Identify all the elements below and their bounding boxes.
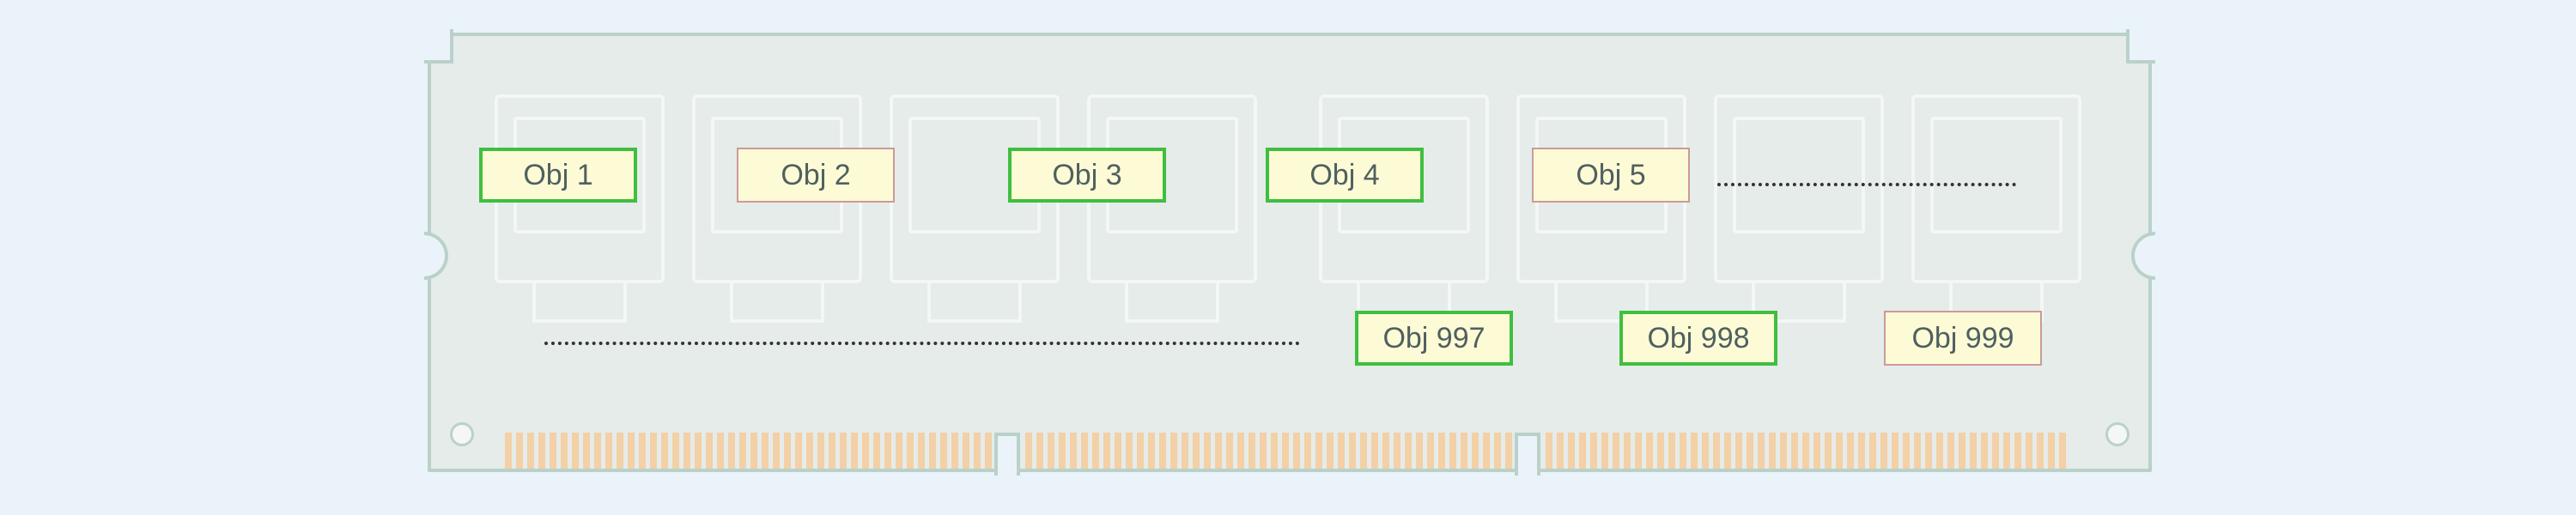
object-label: Obj 999 [1884, 311, 2042, 366]
corner-notch-top-right [2126, 29, 2155, 64]
ram-board [428, 33, 2152, 472]
object-label: Obj 1 [479, 148, 637, 203]
mounting-hole-right [2105, 422, 2129, 446]
object-label: Obj 997 [1355, 311, 1513, 366]
connector-key-notch [1515, 433, 1540, 476]
chip-outline [1714, 94, 1884, 283]
connector-key-notch [994, 433, 1020, 476]
object-label-text: Obj 997 [1382, 322, 1485, 355]
chip-outline [1911, 94, 2081, 283]
corner-notch-top-left [424, 29, 453, 64]
object-label: Obj 998 [1619, 311, 1777, 366]
ellipsis-dots [1717, 183, 2016, 186]
diagram-canvas: Obj 1 Obj 2 Obj 3 Obj 4 Obj 5 Obj 997 Ob… [0, 0, 2576, 515]
object-label-text: Obj 3 [1052, 159, 1121, 192]
ram-module [428, 33, 2152, 472]
object-label: Obj 2 [737, 148, 895, 203]
connector-pins [1025, 433, 1515, 469]
object-label: Obj 3 [1008, 148, 1166, 203]
object-label-text: Obj 5 [1576, 159, 1645, 192]
object-label-text: Obj 4 [1309, 159, 1379, 192]
object-label-text: Obj 1 [523, 159, 592, 192]
connector-pins [505, 433, 994, 469]
object-label-text: Obj 999 [1911, 322, 2014, 355]
mounting-hole-left [450, 422, 474, 446]
object-label: Obj 4 [1266, 148, 1424, 203]
ellipsis-dots [544, 342, 1300, 345]
object-label: Obj 5 [1532, 148, 1690, 203]
connector-pins [1546, 433, 2069, 469]
object-label-text: Obj 2 [781, 159, 850, 192]
object-label-text: Obj 998 [1647, 322, 1749, 355]
